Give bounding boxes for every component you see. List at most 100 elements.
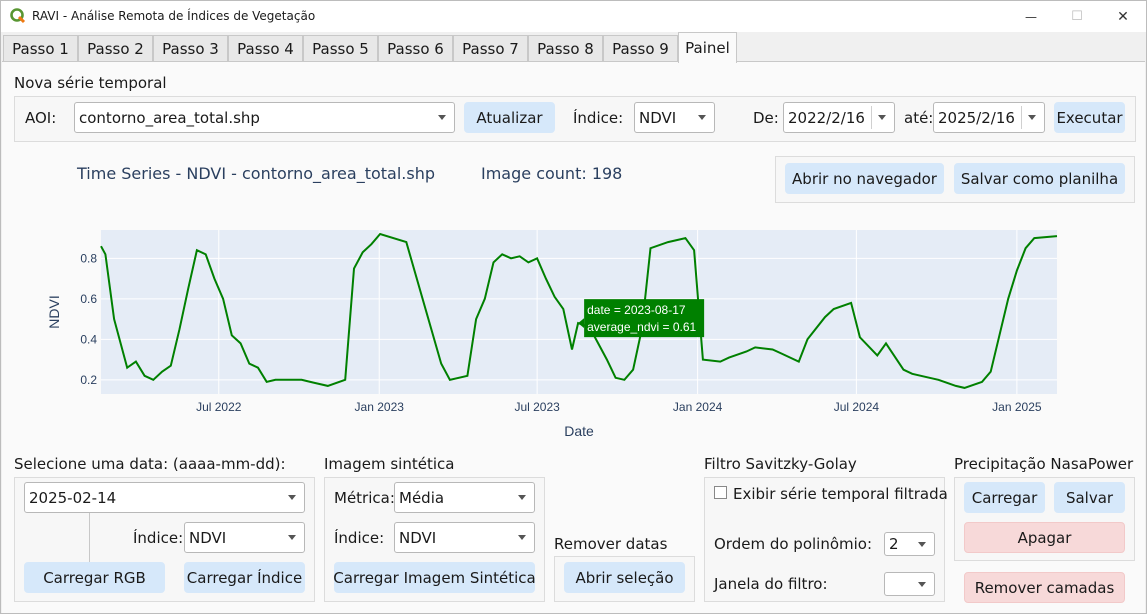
title-bar: RAVI - Análise Remota de Índices de Vege… — [1, 1, 1146, 32]
maximize-button[interactable]: ☐ — [1054, 1, 1100, 32]
maximize-icon: ☐ — [1071, 9, 1083, 24]
chevron-down-icon — [1028, 115, 1036, 120]
date-value: 2025-02-14 — [29, 488, 117, 507]
tab-passo-5[interactable]: Passo 5 — [303, 35, 378, 62]
index-label: Índice: — [573, 109, 624, 127]
chevron-down-icon — [918, 582, 926, 587]
date-index-label: Índice: — [133, 529, 184, 547]
combo-separator — [1021, 106, 1022, 129]
chevron-down-icon — [878, 115, 886, 120]
remove-dates-title: Remover datas — [554, 535, 668, 553]
chevron-down-icon — [288, 535, 296, 540]
x-tick-label: Jan 2023 — [355, 400, 405, 414]
image-count: Image count: 198 — [481, 164, 623, 183]
tab-passo-4[interactable]: Passo 4 — [228, 35, 303, 62]
date-combo[interactable]: 2025-02-14 — [24, 482, 305, 513]
remove-layers-button[interactable]: Remover camadas — [964, 572, 1125, 603]
date-index-value: NDVI — [189, 528, 227, 547]
chevron-down-icon — [918, 542, 926, 547]
tooltip-date: date = 2023-08-17 — [587, 303, 686, 317]
window-title: RAVI - Análise Remota de Índices de Vege… — [32, 9, 316, 23]
metric-combo[interactable]: Média — [394, 482, 535, 513]
precip-delete-button[interactable]: Apagar — [964, 522, 1125, 553]
tab-bar: Passo 1 Passo 2 Passo 3 Passo 4 Passo 5 … — [1, 32, 1146, 63]
from-label: De: — [753, 109, 779, 127]
chevron-down-icon — [518, 495, 526, 500]
index-value: NDVI — [639, 108, 677, 127]
combo-separator — [871, 106, 872, 129]
tab-passo-1[interactable]: Passo 1 — [3, 35, 78, 62]
chevron-down-icon — [288, 495, 296, 500]
tooltip-value: average_ndvi = 0.61 — [587, 320, 696, 334]
tab-passo-9[interactable]: Passo 9 — [603, 35, 678, 62]
load-index-button[interactable]: Carregar Índice — [184, 562, 305, 593]
ndvi-time-series-chart[interactable]: 0.2 0.4 0.6 0.8 Jul 2022 Jan 2023 Jul 2023 Jan… — [41, 219, 1071, 444]
metric-value: Média — [399, 488, 445, 507]
x-tick-label: Jan 2024 — [673, 400, 723, 414]
to-date-picker[interactable]: 2025/2/16 — [933, 102, 1045, 133]
minimize-icon: — — [1025, 9, 1037, 24]
y-tick-label: 0.4 — [80, 332, 97, 346]
x-tick-label: Jul 2022 — [196, 400, 242, 414]
splitter-line — [89, 513, 90, 563]
open-selection-button[interactable]: Abrir seleção — [564, 562, 685, 593]
x-tick-label: Jan 2025 — [992, 400, 1042, 414]
x-axis-title: Date — [564, 423, 594, 439]
y-tick-label: 0.2 — [80, 373, 97, 387]
window-combo[interactable] — [884, 572, 935, 596]
aoi-label: AOI: — [25, 109, 57, 127]
x-tick-label: Jul 2024 — [834, 400, 880, 414]
open-browser-button[interactable]: Abrir no navegador — [785, 163, 944, 194]
y-axis-ticks: 0.2 0.4 0.6 0.8 — [80, 251, 97, 386]
date-index-combo[interactable]: NDVI — [184, 522, 305, 553]
close-button[interactable]: ✕ — [1100, 1, 1146, 32]
y-axis-title: NDVI — [46, 295, 62, 328]
precip-title: Precipitação NasaPower — [954, 455, 1134, 473]
tab-passo-6[interactable]: Passo 6 — [378, 35, 453, 62]
y-tick-label: 0.8 — [80, 251, 97, 265]
close-icon: ✕ — [1117, 8, 1129, 25]
metric-label: Métrica: — [334, 489, 395, 507]
chevron-down-icon — [518, 535, 526, 540]
x-tick-label: Jul 2023 — [514, 400, 560, 414]
aoi-value: contorno_area_total.shp — [79, 108, 260, 127]
load-rgb-button[interactable]: Carregar RGB — [24, 562, 165, 593]
tab-passo-8[interactable]: Passo 8 — [528, 35, 603, 62]
poly-order-value: 2 — [889, 535, 899, 553]
load-synthetic-button[interactable]: Carregar Imagem Sintética — [333, 562, 536, 593]
to-label: até: — [904, 109, 934, 127]
date-select-title: Selecione uma data: (aaaa-mm-dd): — [14, 455, 286, 473]
poly-order-label: Ordem do polinômio: — [714, 535, 873, 553]
new-series-title: Nova série temporal — [14, 74, 167, 92]
synthetic-index-combo[interactable]: NDVI — [394, 522, 535, 553]
chevron-down-icon — [698, 115, 706, 120]
poly-order-combo[interactable]: 2 — [884, 532, 935, 556]
precip-save-button[interactable]: Salvar — [1054, 482, 1125, 513]
show-filtered-label[interactable]: Exibir série temporal filtrada — [733, 485, 948, 503]
index-combo[interactable]: NDVI — [634, 102, 715, 133]
precip-load-button[interactable]: Carregar — [964, 482, 1045, 513]
app-window: RAVI - Análise Remota de Índices de Vege… — [0, 0, 1147, 614]
update-button[interactable]: Atualizar — [464, 102, 555, 133]
save-sheet-button[interactable]: Salvar como planilha — [954, 163, 1125, 194]
from-date-picker[interactable]: 2022/2/16 — [783, 102, 895, 133]
plot-area — [101, 230, 1057, 394]
chevron-down-icon — [438, 115, 446, 120]
qgis-logo-icon — [10, 8, 26, 24]
aoi-combo[interactable]: contorno_area_total.shp — [74, 102, 455, 133]
x-axis-ticks: Jul 2022 Jan 2023 Jul 2023 Jan 2024 Jul 2024… — [196, 400, 1042, 414]
tab-passo-7[interactable]: Passo 7 — [453, 35, 528, 62]
synthetic-title: Imagem sintética — [324, 455, 455, 473]
window-label: Janela do filtro: — [714, 575, 828, 593]
to-date-value: 2025/2/16 — [938, 108, 1015, 127]
tab-passo-3[interactable]: Passo 3 — [153, 35, 228, 62]
synthetic-index-label: Índice: — [334, 529, 385, 547]
chart-title: Time Series - NDVI - contorno_area_total… — [77, 164, 436, 183]
run-button[interactable]: Executar — [1054, 102, 1125, 133]
synthetic-index-value: NDVI — [399, 528, 437, 547]
tab-painel[interactable]: Painel — [678, 32, 737, 63]
hover-tooltip: date = 2023-08-17 average_ndvi = 0.61 — [578, 299, 705, 338]
tab-passo-2[interactable]: Passo 2 — [78, 35, 153, 62]
minimize-button[interactable]: — — [1008, 1, 1054, 32]
show-filtered-checkbox[interactable] — [714, 486, 727, 499]
